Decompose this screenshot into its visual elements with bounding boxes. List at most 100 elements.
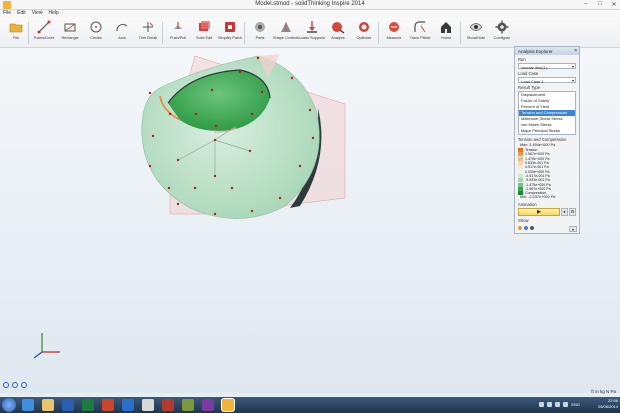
push-pull-icon: [174, 22, 182, 29]
toolbar-separator: [460, 22, 461, 44]
minimize-icon[interactable]: –: [582, 1, 590, 8]
parts-icon: [255, 22, 265, 32]
tool-simplify[interactable]: Simplify Patch: [216, 20, 244, 47]
menu-edit[interactable]: Edit: [17, 10, 26, 18]
app-icon[interactable]: [182, 399, 194, 411]
tray-icon[interactable]: [555, 402, 561, 407]
language-indicator[interactable]: ENG: [571, 402, 580, 407]
tool-measure[interactable]: Measure: [380, 20, 408, 47]
tray-icon[interactable]: [563, 402, 569, 407]
gear-icon: [495, 20, 509, 34]
rotate-icon[interactable]: [21, 382, 27, 388]
zoom-icon[interactable]: [12, 382, 18, 388]
result-legend: Max: 2.494e+000 Pa Tension 1.967e+000 Pa 1…: [518, 143, 576, 200]
tool-file[interactable]: File: [2, 20, 30, 47]
title-bar: Model.stmod - solidThinking Inspire 2014…: [0, 0, 620, 10]
tool-shape-controls[interactable]: Shape Controls: [272, 20, 300, 47]
animation-controls: ▶ ● ⚙: [518, 208, 576, 217]
folder-icon: [9, 23, 23, 33]
outlook-icon[interactable]: [122, 399, 134, 411]
show-option-icon[interactable]: [530, 225, 534, 230]
play-button[interactable]: ▶: [518, 208, 560, 217]
tool-show-hide[interactable]: Show/Hide: [462, 20, 490, 47]
show-option-icon[interactable]: [518, 225, 522, 230]
optimize-icon: [359, 22, 369, 32]
measure-icon: [389, 22, 399, 32]
clock[interactable]: 22:56 26/06/2014: [598, 398, 618, 410]
onenote-icon[interactable]: [202, 399, 214, 411]
tray-icon[interactable]: [539, 402, 545, 407]
tool-rectangle[interactable]: Rectangle: [56, 20, 84, 47]
tool-optimize[interactable]: Optimize: [350, 20, 378, 47]
show-option-icon[interactable]: [524, 225, 528, 230]
maximize-icon[interactable]: □: [596, 1, 604, 8]
tool-configure[interactable]: Configure: [488, 20, 516, 47]
arc-icon: [116, 24, 128, 32]
axis-triad: [33, 333, 60, 359]
rectangle-icon: [64, 23, 76, 32]
system-tray: ENG: [539, 402, 580, 407]
tool-trace-fillets[interactable]: Trace Fillets: [406, 20, 434, 47]
tool-analyze[interactable]: Analyze: [324, 20, 352, 47]
tool-arcs[interactable]: Arcs: [108, 20, 136, 47]
loadcase-select[interactable]: Load Case 1 ▾: [518, 77, 576, 84]
ie-icon[interactable]: [22, 399, 34, 411]
analysis-explorer-panel: Analysis Explorer × Run circular disc(1)…: [514, 46, 580, 234]
ribbon-toolbar: File Points/Lines Rectangle Circles Arcs…: [0, 18, 620, 48]
analyze-icon: [332, 22, 345, 34]
close-icon[interactable]: ×: [574, 48, 577, 54]
menu-help[interactable]: Help: [48, 10, 58, 18]
menu-view[interactable]: View: [32, 10, 43, 18]
tool-parts[interactable]: Parts: [246, 20, 274, 47]
tool-home[interactable]: Home: [432, 20, 460, 47]
panel-title: Analysis Explorer: [518, 48, 553, 54]
points-lines-icon: [37, 20, 51, 34]
result-type-item-selected[interactable]: Tension and Compression: [519, 110, 575, 116]
show-options: [518, 224, 576, 231]
start-button[interactable]: [2, 398, 16, 412]
tool-solid-edit[interactable]: Solid Edit: [190, 20, 218, 47]
panel-header: Analysis Explorer ×: [515, 47, 579, 55]
tray-icon[interactable]: [547, 402, 553, 407]
powerpoint-icon[interactable]: [102, 399, 114, 411]
tool-circles[interactable]: Circles: [82, 20, 110, 47]
settings-icon[interactable]: ⚙: [569, 208, 576, 217]
run-select[interactable]: circular disc(1) ▾: [518, 63, 576, 70]
loads-icon: [307, 21, 317, 33]
chevron-down-icon: ▾: [571, 78, 574, 83]
trim-icon: [143, 22, 154, 32]
zoom-fit-icon[interactable]: [3, 382, 9, 388]
shape-controls-icon: [281, 22, 291, 32]
units-display[interactable]: ft m kg N Pa: [591, 389, 616, 394]
chevron-down-icon: ▾: [571, 64, 574, 69]
loadcase-label: Load Case: [518, 71, 539, 76]
menu-file[interactable]: File: [3, 10, 11, 18]
acrobat-icon[interactable]: [162, 399, 174, 411]
menu-bar: File Edit View Help: [0, 10, 620, 18]
app-icon[interactable]: [142, 399, 154, 411]
show-label: Show: [518, 218, 529, 224]
tool-push-pull[interactable]: Push/Pull: [164, 20, 192, 47]
solid-edit-icon: [199, 21, 210, 31]
result-type-item[interactable]: Major Principal Stress: [519, 128, 575, 134]
toolbar-separator: [244, 22, 245, 44]
fillets-icon: [414, 21, 426, 33]
inspire-icon[interactable]: [222, 399, 234, 411]
panel-options-button[interactable]: ▾: [569, 226, 577, 232]
legend-title: Tension and Compression: [518, 137, 567, 142]
animation-label: Animation: [518, 202, 537, 208]
word-icon[interactable]: [62, 399, 74, 411]
run-label: Run: [518, 57, 526, 62]
folder-icon[interactable]: [42, 399, 54, 411]
result-type-list: Displacement Factor of Safety Percent of…: [518, 91, 576, 135]
toolbar-separator: [28, 22, 29, 44]
toolbar-separator: [378, 22, 379, 44]
tool-points-lines[interactable]: Points/Lines: [30, 20, 58, 47]
close-icon[interactable]: ✕: [610, 1, 618, 8]
excel-icon[interactable]: [82, 399, 94, 411]
home-icon: [441, 22, 451, 33]
window-controls: – □ ✕: [582, 1, 618, 8]
tool-loads-supports[interactable]: Loads Supports: [298, 20, 326, 47]
record-icon[interactable]: ●: [561, 208, 568, 217]
tool-trim[interactable]: Trim Break: [134, 20, 162, 47]
